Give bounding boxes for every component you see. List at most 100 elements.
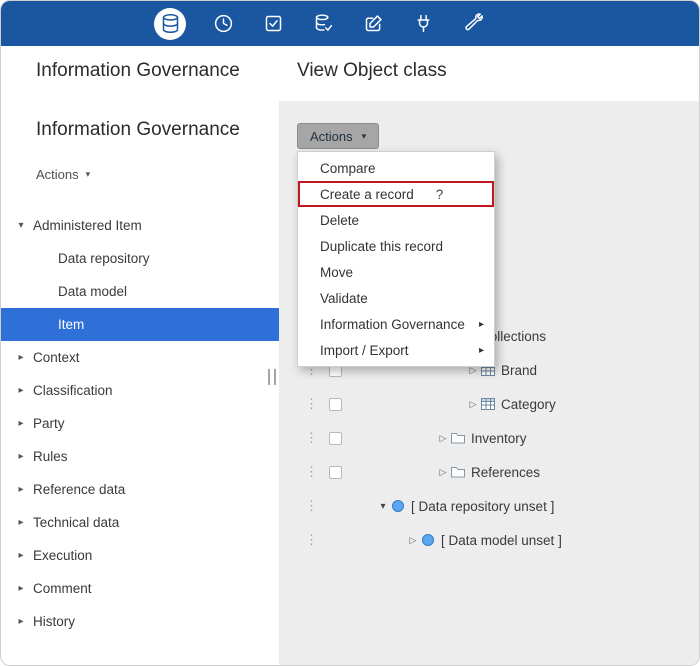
sidebar-item-execution[interactable]: ▸ Execution xyxy=(1,539,279,572)
actions-menu: Compare Create a record? Delete Duplicate t… xyxy=(297,151,495,367)
folder-icon xyxy=(450,430,466,446)
chevron-right-icon[interactable]: ▷ xyxy=(466,399,480,410)
drag-handle-icon[interactable]: ⋮ xyxy=(305,396,317,412)
sidebar-item-reference-data[interactable]: ▸Reference data xyxy=(1,473,279,506)
sidebar-item-data-model[interactable]: Data model xyxy=(1,275,279,308)
chevron-right-icon[interactable]: ▷ xyxy=(406,535,420,546)
object-tree-row-inventory[interactable]: ⋮ ▷ Inventory xyxy=(279,421,699,455)
object-tree-row-data-model-unset[interactable]: ⋮ ▷ [ Data model unset ] xyxy=(279,523,699,557)
sidebar-item-history[interactable]: ▸ History xyxy=(1,605,279,638)
object-tree-row-label: Category xyxy=(501,397,556,412)
circle-icon xyxy=(420,532,436,548)
chevron-right-icon[interactable]: ▸ xyxy=(15,616,27,627)
sidebar-item-administered-item[interactable]: ▾ Administered Item xyxy=(1,209,279,242)
actions-button[interactable]: Actions ▾ xyxy=(297,123,379,149)
indent-spacer xyxy=(342,438,436,439)
sidebar-item-party[interactable]: ▸ Party xyxy=(1,407,279,440)
object-tree-row-category[interactable]: ⋮ ▷ Category xyxy=(279,387,699,421)
menu-item-move[interactable]: Move xyxy=(298,259,494,285)
object-tree-row-label: [ Data model unset ] xyxy=(441,533,562,548)
top-navigation-bar xyxy=(1,1,699,46)
sidebar-actions-dropdown[interactable]: Actions ▾ xyxy=(36,167,90,182)
chevron-right-icon[interactable]: ▸ xyxy=(15,517,27,528)
submenu-arrow-icon: ▸ xyxy=(479,319,484,330)
chevron-right-icon[interactable]: ▸ xyxy=(15,484,27,495)
sidebar-item-context[interactable]: ▸ Context xyxy=(1,341,279,374)
sidebar-item-item[interactable]: Item xyxy=(1,308,279,341)
chevron-right-icon[interactable]: ▸ xyxy=(15,418,27,429)
sidebar-actions-label: Actions xyxy=(36,167,79,182)
menu-item-information-governance[interactable]: Information Governance ▸ xyxy=(298,311,494,337)
caret-down-icon: ▾ xyxy=(86,169,91,180)
sidebar-item-label: History xyxy=(33,614,75,629)
wrench-icon[interactable] xyxy=(460,11,486,37)
sidebar-item-classification[interactable]: ▸Classification xyxy=(1,374,279,407)
menu-item-label: Information Governance xyxy=(320,317,465,332)
menu-item-hint: ? xyxy=(436,187,444,202)
row-checkbox[interactable] xyxy=(329,466,342,479)
sidebar-item-label: Party xyxy=(33,416,65,431)
drag-handle-icon[interactable]: ⋮ xyxy=(305,498,317,514)
database-icon[interactable] xyxy=(154,8,186,40)
menu-item-delete[interactable]: Delete xyxy=(298,207,494,233)
chevron-right-icon[interactable]: ▸ xyxy=(15,550,27,561)
sidebar-item-label: Execution xyxy=(33,548,92,563)
plug-icon[interactable] xyxy=(410,11,436,37)
sidebar-item-data-repository[interactable]: Data repository xyxy=(1,242,279,275)
object-tree-row-data-repository-unset[interactable]: ⋮▾[ Data repository unset ] xyxy=(279,489,699,523)
menu-item-create-a-record[interactable]: Create a record? xyxy=(298,181,494,207)
sidebar-title: Information Governance xyxy=(36,119,240,141)
object-tree-row-label: Brand xyxy=(501,363,537,378)
chevron-right-icon[interactable]: ▸ xyxy=(15,451,27,462)
row-checkbox[interactable] xyxy=(329,398,342,411)
panel-resize-handle[interactable] xyxy=(268,369,276,385)
sidebar-item-label: Data repository xyxy=(58,251,150,266)
app-window: Information Governance View Object class… xyxy=(0,0,700,666)
sidebar-tree: ▾ Administered Item Data repository Data mo… xyxy=(1,209,279,638)
caret-down-icon: ▾ xyxy=(362,131,367,142)
sidebar-item-label: Rules xyxy=(33,449,68,464)
object-tree-row-label: References xyxy=(471,465,540,480)
page-title: View Object class xyxy=(297,60,447,82)
chevron-right-icon[interactable]: ▸ xyxy=(15,583,27,594)
main-panel: Actions ▾ ⋮▾Collections⋮▷Brand⋮▷Category… xyxy=(279,101,699,665)
chevron-right-icon[interactable]: ▸ xyxy=(15,352,27,363)
menu-item-import-export[interactable]: Import / Export ▸ xyxy=(298,337,494,363)
drag-handle-icon[interactable]: ⋮ xyxy=(305,532,317,548)
sidebar-item-rules[interactable]: ▸ Rules xyxy=(1,440,279,473)
database-check-icon[interactable] xyxy=(310,11,336,37)
chevron-right-icon[interactable]: ▸ xyxy=(15,385,27,396)
row-checkbox[interactable] xyxy=(329,432,342,445)
indent-spacer xyxy=(342,370,466,371)
object-tree-row-label: Inventory xyxy=(471,431,527,446)
menu-item-label: Import / Export xyxy=(320,343,409,358)
pencil-square-icon[interactable] xyxy=(360,11,386,37)
menu-item-label: Delete xyxy=(320,213,359,228)
sidebar-item-technical-data[interactable]: ▸Technical data xyxy=(1,506,279,539)
sidebar-item-label: Context xyxy=(33,350,80,365)
chevron-right-icon[interactable]: ▷ xyxy=(436,433,450,444)
submenu-arrow-icon: ▸ xyxy=(479,345,484,356)
object-tree-row-references[interactable]: ⋮ ▷ References xyxy=(279,455,699,489)
checkbox-icon[interactable] xyxy=(260,11,286,37)
app-title: Information Governance xyxy=(36,60,240,82)
chevron-down-icon[interactable]: ▾ xyxy=(15,220,27,231)
sidebar-item-label: Comment xyxy=(33,581,92,596)
menu-item-validate[interactable]: Validate xyxy=(298,285,494,311)
header-row: Information Governance View Object class xyxy=(1,46,699,101)
menu-item-label: Compare xyxy=(320,161,376,176)
indent-spacer xyxy=(342,472,436,473)
chevron-down-icon[interactable]: ▾ xyxy=(376,501,390,512)
folder-icon xyxy=(450,464,466,480)
menu-item-compare[interactable]: Compare xyxy=(298,155,494,181)
sidebar-item-label: Item xyxy=(58,317,84,332)
drag-handle-icon[interactable]: ⋮ xyxy=(305,464,317,480)
clock-icon[interactable] xyxy=(210,11,236,37)
sidebar-item-comment[interactable]: ▸ Comment xyxy=(1,572,279,605)
sidebar-item-label: Administered Item xyxy=(33,218,142,233)
chevron-right-icon[interactable]: ▷ xyxy=(436,467,450,478)
sidebar-item-label: Data model xyxy=(58,284,127,299)
indent-spacer xyxy=(342,506,376,507)
drag-handle-icon[interactable]: ⋮ xyxy=(305,430,317,446)
menu-item-duplicate-this-record[interactable]: Duplicate this record xyxy=(298,233,494,259)
